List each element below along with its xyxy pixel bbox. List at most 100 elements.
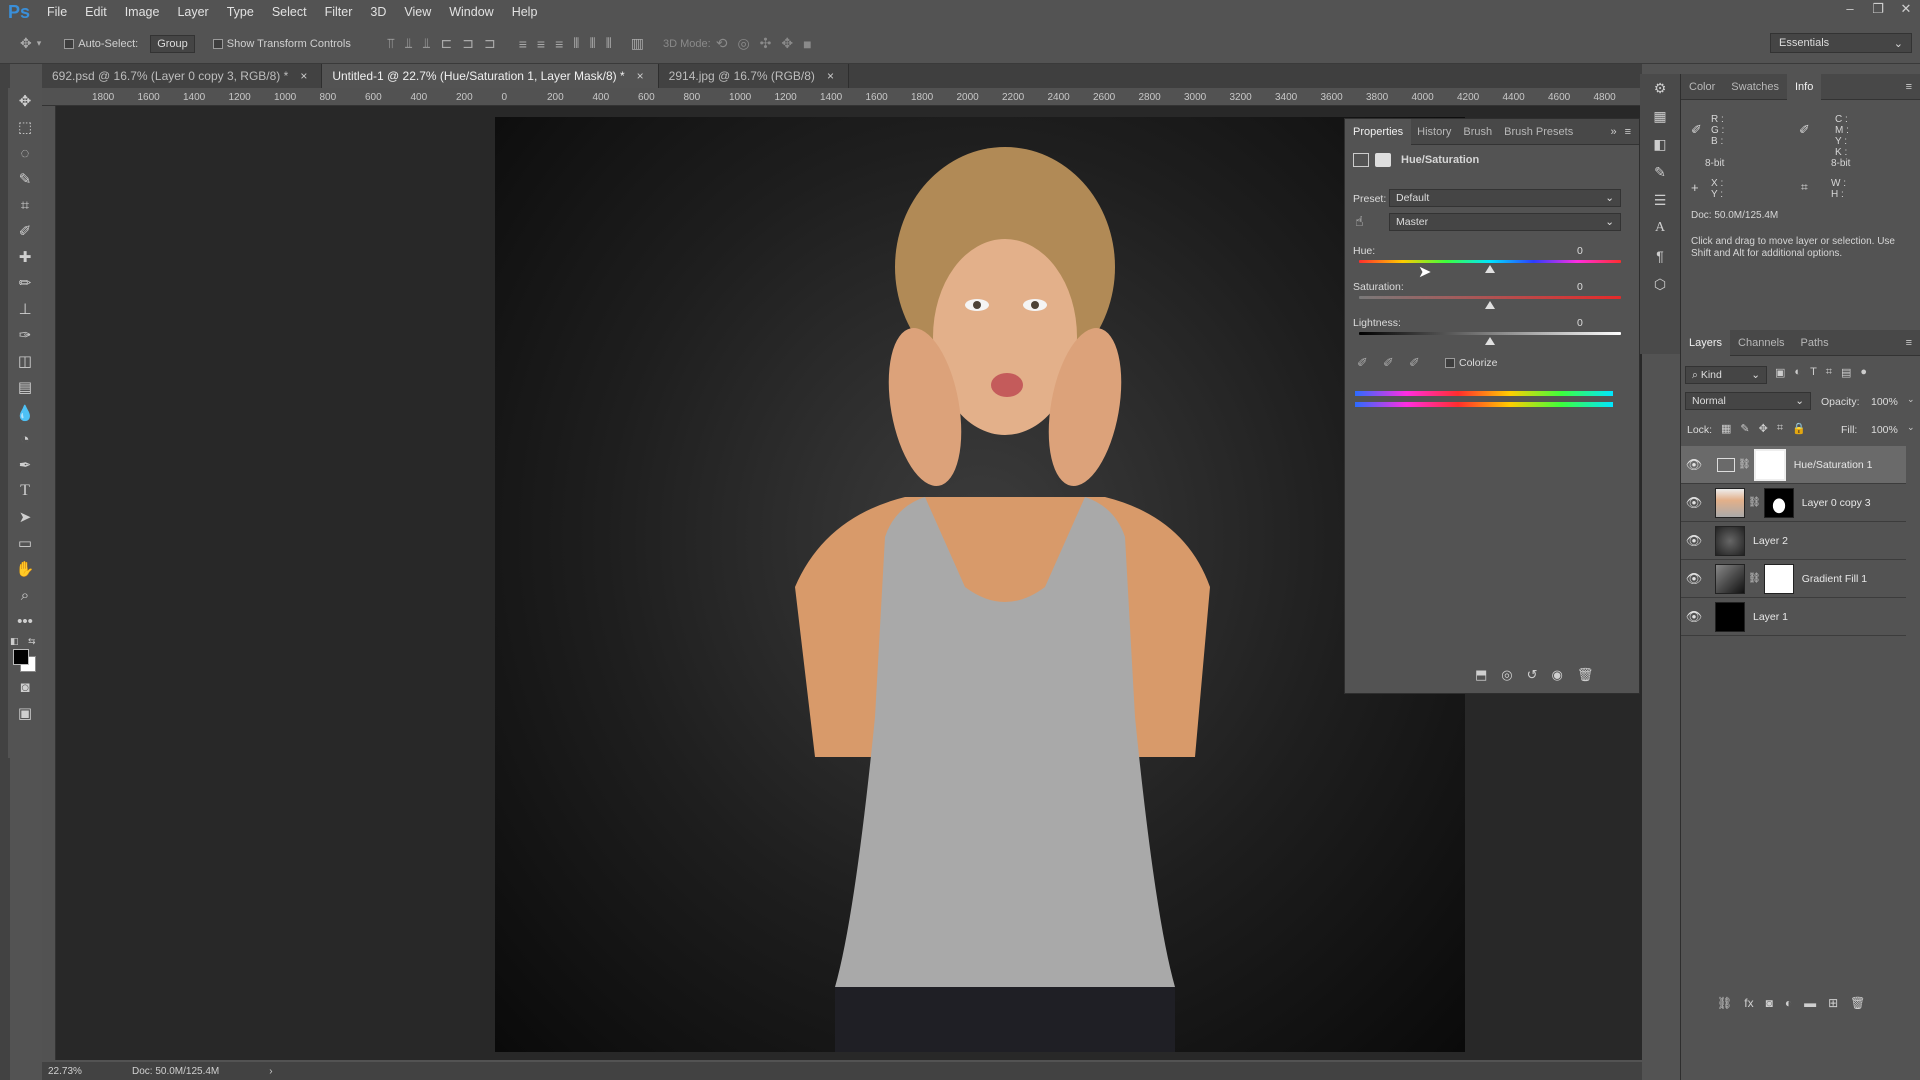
blend-mode-dropdown[interactable]: Normal ⌄ [1685, 392, 1811, 410]
distribute-top-icon[interactable]: ≡ [519, 36, 527, 52]
visibility-eye-icon[interactable]: 👁 [1681, 609, 1707, 625]
filter-smart-object-icon[interactable]: ▤ [1841, 366, 1851, 379]
menu-file[interactable]: File [38, 5, 76, 19]
hand-tool-icon[interactable]: ✋ [8, 556, 42, 582]
lock-artboard-icon[interactable]: ⌗ [1777, 422, 1783, 435]
saturation-value[interactable]: 0 [1577, 281, 1583, 293]
lock-pixels-icon[interactable]: ✎ [1740, 422, 1749, 435]
colorize-checkbox[interactable]: Colorize [1445, 357, 1498, 369]
lock-all-icon[interactable]: 🔒 [1792, 422, 1806, 435]
layer-style-fx-icon[interactable]: fx [1744, 996, 1753, 1010]
tab-properties[interactable]: Properties [1345, 118, 1412, 145]
visibility-eye-icon[interactable]: ◉ [1552, 667, 1563, 683]
eraser-tool-icon[interactable]: ◫ [8, 348, 42, 374]
auto-select-check-box[interactable] [64, 38, 75, 49]
show-transform-controls-checkbox[interactable]: Show Transform Controls [212, 38, 351, 50]
eyedropper-icon[interactable]: ✐ [1357, 355, 1368, 371]
path-selection-tool-icon[interactable]: ➤ [8, 504, 42, 530]
menu-view[interactable]: View [395, 5, 440, 19]
hue-value[interactable]: 0 [1577, 245, 1583, 257]
link-chain-icon[interactable]: ⛓ [1738, 459, 1751, 470]
visibility-eye-icon[interactable]: 👁 [1681, 533, 1707, 549]
menu-window[interactable]: Window [440, 5, 502, 19]
trash-icon[interactable]: 🗑 [1577, 667, 1594, 683]
menu-edit[interactable]: Edit [76, 5, 116, 19]
layer-filter-dropdown[interactable]: ⌕ Kind ⌄ [1685, 366, 1767, 384]
colorize-check-box[interactable] [1445, 358, 1455, 368]
filter-toggle-icon[interactable]: ● [1860, 366, 1867, 379]
saturation-slider-track[interactable] [1359, 296, 1621, 299]
tab-brush-presets[interactable]: Brush Presets [1498, 126, 1579, 138]
shape-tool-icon[interactable]: ▭ [8, 530, 42, 556]
tab-info[interactable]: Info [1787, 73, 1822, 100]
trash-icon[interactable]: 🗑 [1850, 996, 1865, 1010]
targeted-adjustment-hand-icon[interactable]: ☝ [1355, 213, 1364, 230]
eyedropper-subtract-icon[interactable]: ✐ [1409, 355, 1420, 371]
hue-slider-track[interactable] [1359, 260, 1621, 263]
panel-menu-icon[interactable]: ≡ [1906, 337, 1912, 349]
minimize-button[interactable]: – [1836, 0, 1864, 24]
link-chain-icon[interactable]: ⛓ [1748, 497, 1761, 508]
filter-shape-icon[interactable]: ⌗ [1826, 366, 1832, 379]
quick-selection-tool-icon[interactable]: ✎ [8, 166, 42, 192]
visibility-eye-icon[interactable]: 👁 [1681, 495, 1707, 511]
chevron-down-icon[interactable]: ⌄ [1907, 394, 1915, 405]
move-tool-icon[interactable]: ✥ [20, 35, 32, 52]
gradient-tool-icon[interactable]: ▤ [8, 374, 42, 400]
lightness-slider-thumb[interactable] [1485, 337, 1495, 345]
3d-icon[interactable]: ⬡ [1640, 270, 1680, 298]
menu-layer[interactable]: Layer [168, 5, 217, 19]
filter-adjustment-icon[interactable]: ◐ [1794, 366, 1801, 379]
layer-row-gradient-fill-1[interactable]: 👁 ⛓ Gradient Fill 1 [1681, 560, 1906, 598]
layer-row-layer-1[interactable]: 👁 Layer 1 [1681, 598, 1906, 636]
history-brush-tool-icon[interactable]: ✑ [8, 322, 42, 348]
menu-3d[interactable]: 3D [361, 5, 395, 19]
brush-icon[interactable]: ✎ [1640, 158, 1680, 186]
marquee-tool-icon[interactable]: ⬚ [8, 114, 42, 140]
properties-icon[interactable]: ☰ [1640, 186, 1680, 214]
tab-history[interactable]: History [1411, 126, 1457, 138]
layer-mask-icon[interactable] [1375, 153, 1391, 167]
distribute-vcenter-icon[interactable]: ≡ [537, 36, 545, 52]
screen-mode-icon[interactable]: ▣ [8, 700, 42, 726]
auto-select-target-dropdown[interactable]: Group [150, 34, 195, 53]
layer-mask-thumbnail[interactable] [1763, 487, 1794, 518]
layer-row-hue-saturation[interactable]: 👁 ⛓ Hue/Saturation 1 [1681, 446, 1906, 484]
menu-select[interactable]: Select [263, 5, 316, 19]
layer-row-layer-0-copy-3[interactable]: 👁 ⛓ Layer 0 copy 3 [1681, 484, 1906, 522]
move-tool-icon[interactable]: ✥ [8, 88, 42, 114]
dodge-tool-icon[interactable]: ◔ [8, 426, 42, 452]
align-vcenter-icon[interactable]: ⫫ [405, 35, 413, 52]
channel-dropdown[interactable]: Master ⌄ [1389, 213, 1621, 231]
character-icon[interactable]: A [1640, 214, 1680, 242]
styles-icon[interactable]: ◧ [1640, 130, 1680, 158]
tab-untitled-1[interactable]: Untitled-1 @ 22.7% (Hue/Saturation 1, La… [322, 64, 659, 88]
preset-dropdown[interactable]: Default ⌄ [1389, 189, 1621, 207]
eyedropper-tool-icon[interactable]: ✐ [8, 218, 42, 244]
clip-to-layer-icon[interactable]: ⬒ [1475, 667, 1487, 683]
lock-transparent-icon[interactable]: ▦ [1721, 422, 1731, 435]
tool-presets-icon[interactable]: ⚙ [1640, 74, 1680, 102]
saturation-slider-thumb[interactable] [1485, 301, 1495, 309]
align-left-icon[interactable]: ⊏ [441, 35, 453, 52]
panel-menu-icon[interactable]: ≡ [1625, 126, 1631, 138]
distribute-hcenter-icon[interactable]: ⦀ [589, 35, 595, 52]
more-tools-icon[interactable]: ••• [8, 608, 42, 634]
distribute-left-icon[interactable]: ⦀ [573, 35, 579, 52]
lightness-value[interactable]: 0 [1577, 317, 1583, 329]
layer-row-layer-2[interactable]: 👁 Layer 2 [1681, 522, 1906, 560]
align-hcenter-icon[interactable]: ⊐ [462, 35, 474, 52]
menu-type[interactable]: Type [218, 5, 263, 19]
align-right-icon[interactable]: ⊐ [484, 35, 496, 52]
zoom-tool-icon[interactable]: ⌕ [8, 582, 42, 608]
crop-tool-icon[interactable]: ⌗ [8, 192, 42, 218]
chevron-right-icon[interactable]: › [269, 1066, 272, 1077]
3d-scale-icon[interactable]: ■ [803, 36, 811, 52]
tab-color[interactable]: Color [1681, 81, 1723, 93]
tool-preset-dropdown-icon[interactable]: ▾ [37, 38, 42, 49]
view-previous-state-icon[interactable]: ◎ [1501, 667, 1512, 683]
link-chain-icon[interactable]: ⛓ [1748, 573, 1761, 584]
fill-value[interactable]: 100% [1871, 424, 1898, 436]
distribute-right-icon[interactable]: ⦀ [606, 35, 612, 52]
expand-icon[interactable]: » [1610, 126, 1616, 138]
